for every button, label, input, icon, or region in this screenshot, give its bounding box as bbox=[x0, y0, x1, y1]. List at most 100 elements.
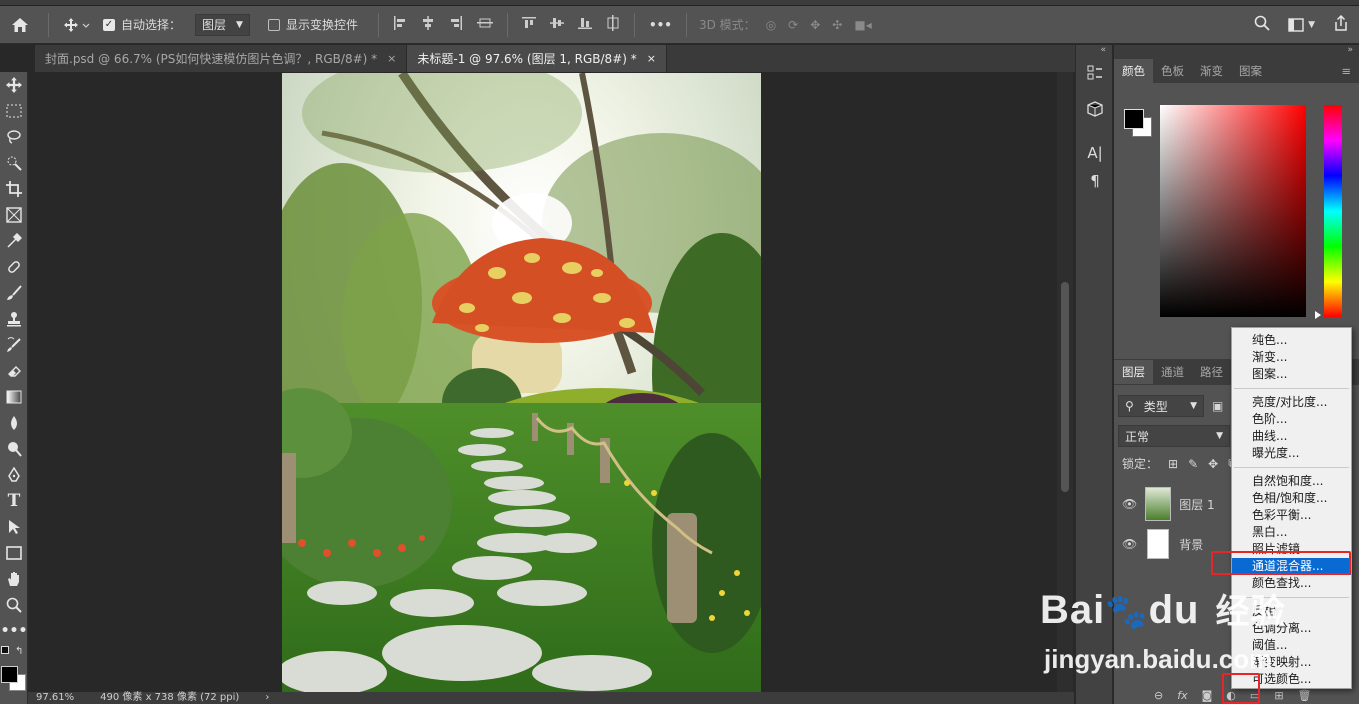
eye-icon[interactable]: 👁 bbox=[1122, 537, 1137, 551]
add-mask-icon[interactable]: ◙ bbox=[1202, 689, 1213, 702]
align-center-h-icon[interactable] bbox=[421, 16, 435, 33]
eye-icon[interactable]: 👁 bbox=[1122, 497, 1137, 511]
menu-item-invert[interactable]: 反相 bbox=[1232, 603, 1351, 620]
pan-3d-icon[interactable]: ✥ bbox=[810, 18, 820, 32]
menu-item-curves[interactable]: 曲线... bbox=[1232, 428, 1351, 445]
align-middle-icon[interactable] bbox=[549, 16, 564, 33]
menu-item-levels[interactable]: 色阶... bbox=[1232, 411, 1351, 428]
panel-menu-icon[interactable]: ≡ bbox=[1333, 59, 1359, 83]
orbit-3d-icon[interactable]: ◎ bbox=[766, 18, 776, 32]
scrollbar-thumb[interactable] bbox=[1061, 282, 1069, 492]
tab-layers[interactable]: 图层 bbox=[1114, 360, 1153, 384]
distribute-icon[interactable] bbox=[476, 16, 493, 33]
share-icon[interactable] bbox=[1333, 14, 1349, 34]
tab-patterns[interactable]: 图案 bbox=[1231, 59, 1270, 83]
menu-item-gradient-map[interactable]: 渐变映射... bbox=[1232, 654, 1351, 671]
zoom-level[interactable]: 97.61% bbox=[36, 692, 74, 704]
stamp-icon[interactable] bbox=[0, 306, 28, 332]
eraser-icon[interactable] bbox=[0, 358, 28, 384]
frame-icon[interactable] bbox=[0, 202, 28, 228]
layer-name[interactable]: 图层 1 bbox=[1179, 496, 1214, 513]
move-icon[interactable] bbox=[0, 72, 28, 98]
foreground-color-swatch[interactable] bbox=[1, 666, 18, 683]
eyedropper-icon[interactable] bbox=[0, 228, 28, 254]
lock-position-icon[interactable]: ✥ bbox=[1208, 457, 1218, 471]
hand-icon[interactable] bbox=[0, 566, 28, 592]
tab-swatches[interactable]: 色板 bbox=[1153, 59, 1192, 83]
lasso-icon[interactable] bbox=[0, 124, 28, 150]
menu-item-posterize[interactable]: 色调分离... bbox=[1232, 620, 1351, 637]
more-tools-icon[interactable]: ••• bbox=[0, 618, 28, 644]
align-right-icon[interactable] bbox=[449, 16, 463, 33]
close-icon[interactable]: × bbox=[647, 52, 656, 65]
3d-panel-icon[interactable] bbox=[1076, 95, 1114, 123]
collapse-icon[interactable]: « bbox=[1076, 45, 1112, 59]
scale-3d-icon[interactable]: ■◂ bbox=[854, 18, 871, 32]
menu-item-black-white[interactable]: 黑白... bbox=[1232, 524, 1351, 541]
dodge-icon[interactable] bbox=[0, 436, 28, 462]
swap-colors-icon[interactable]: ↰ bbox=[15, 646, 23, 657]
fx-icon[interactable]: fx bbox=[1177, 689, 1187, 702]
paragraph-panel-icon[interactable]: ¶ bbox=[1076, 167, 1114, 195]
tab-paths[interactable]: 路径 bbox=[1192, 360, 1231, 384]
tab-untitled-1[interactable]: 未标题-1 @ 97.6% (图层 1, RGB/8#) * × bbox=[407, 45, 667, 72]
show-transform-checkbox[interactable] bbox=[267, 18, 280, 31]
move-tool-icon[interactable] bbox=[57, 6, 97, 44]
status-arrow-icon[interactable]: › bbox=[265, 692, 269, 704]
path-select-icon[interactable] bbox=[0, 514, 28, 540]
menu-item-pattern[interactable]: 图案... bbox=[1232, 366, 1351, 383]
zoom-icon[interactable] bbox=[0, 592, 28, 618]
auto-select-checkbox[interactable]: ✓ bbox=[103, 18, 115, 31]
menu-item-color-lookup[interactable]: 颜色查找... bbox=[1232, 575, 1351, 592]
menu-item-gradient[interactable]: 渐变... bbox=[1232, 349, 1351, 366]
roll-3d-icon[interactable]: ⟳ bbox=[788, 18, 798, 32]
trash-icon[interactable]: 🗑 bbox=[1298, 689, 1312, 702]
close-icon[interactable]: × bbox=[387, 52, 396, 65]
quick-select-icon[interactable] bbox=[0, 150, 28, 176]
search-icon[interactable] bbox=[1254, 15, 1270, 34]
menu-item-vibrance[interactable]: 自然饱和度... bbox=[1232, 473, 1351, 490]
distribute-vertical-icon[interactable] bbox=[606, 15, 620, 34]
blend-mode-dropdown[interactable]: 正常 ▼ bbox=[1118, 425, 1230, 447]
layer-name[interactable]: 背景 bbox=[1179, 536, 1203, 553]
history-brush-icon[interactable] bbox=[0, 332, 28, 358]
collapse-panels-icon[interactable]: » bbox=[1114, 45, 1359, 59]
link-layers-icon[interactable]: ⊖ bbox=[1154, 689, 1163, 702]
menu-item-brightness-contrast[interactable]: 亮度/对比度... bbox=[1232, 394, 1351, 411]
healing-brush-icon[interactable] bbox=[0, 254, 28, 280]
foreground-color-chip[interactable] bbox=[1124, 109, 1144, 129]
tab-channels[interactable]: 通道 bbox=[1153, 360, 1192, 384]
align-bottom-icon[interactable] bbox=[577, 16, 592, 33]
tab-cover-psd[interactable]: 封面.psd @ 66.7% (PS如何快速模仿图片色调？, RGB/8#) *… bbox=[35, 45, 408, 72]
menu-item-color-balance[interactable]: 色彩平衡... bbox=[1232, 507, 1351, 524]
brush-icon[interactable] bbox=[0, 280, 28, 306]
character-panel-icon[interactable]: A| bbox=[1076, 139, 1114, 167]
type-icon[interactable]: T bbox=[0, 488, 28, 514]
more-options-button[interactable]: ••• bbox=[643, 6, 678, 44]
menu-item-solid-color[interactable]: 纯色... bbox=[1232, 332, 1351, 349]
default-colors-icon[interactable] bbox=[1, 646, 9, 654]
pen-icon[interactable] bbox=[0, 462, 28, 488]
lock-paint-icon[interactable]: ✎ bbox=[1188, 457, 1198, 471]
layer-filter-dropdown[interactable]: ⚲ 类型 ▼ bbox=[1118, 395, 1204, 417]
slide-3d-icon[interactable]: ✣ bbox=[832, 18, 842, 32]
lock-transparent-icon[interactable]: ⊞ bbox=[1168, 457, 1178, 471]
history-panel-icon[interactable] bbox=[1076, 59, 1114, 87]
menu-item-threshold[interactable]: 阈值... bbox=[1232, 637, 1351, 654]
canvas-vertical-scrollbar[interactable] bbox=[1057, 72, 1073, 692]
document-image[interactable] bbox=[282, 73, 761, 694]
image-filter-icon[interactable]: ▣ bbox=[1212, 399, 1223, 413]
blur-icon[interactable] bbox=[0, 410, 28, 436]
gradient-icon[interactable] bbox=[0, 384, 28, 410]
marquee-icon[interactable] bbox=[0, 98, 28, 124]
tab-gradients[interactable]: 渐变 bbox=[1192, 59, 1231, 83]
auto-select-dropdown[interactable]: 图层 ▼ bbox=[195, 13, 250, 36]
color-field[interactable] bbox=[1160, 105, 1306, 317]
tab-color[interactable]: 颜色 bbox=[1114, 59, 1153, 83]
workspace-icon[interactable]: ▼ bbox=[1288, 17, 1315, 32]
home-icon[interactable] bbox=[0, 6, 40, 44]
rectangle-icon[interactable] bbox=[0, 540, 28, 566]
new-layer-icon[interactable]: ⊞ bbox=[1274, 689, 1283, 702]
menu-item-hue-saturation[interactable]: 色相/饱和度... bbox=[1232, 490, 1351, 507]
align-top-icon[interactable] bbox=[521, 16, 536, 33]
